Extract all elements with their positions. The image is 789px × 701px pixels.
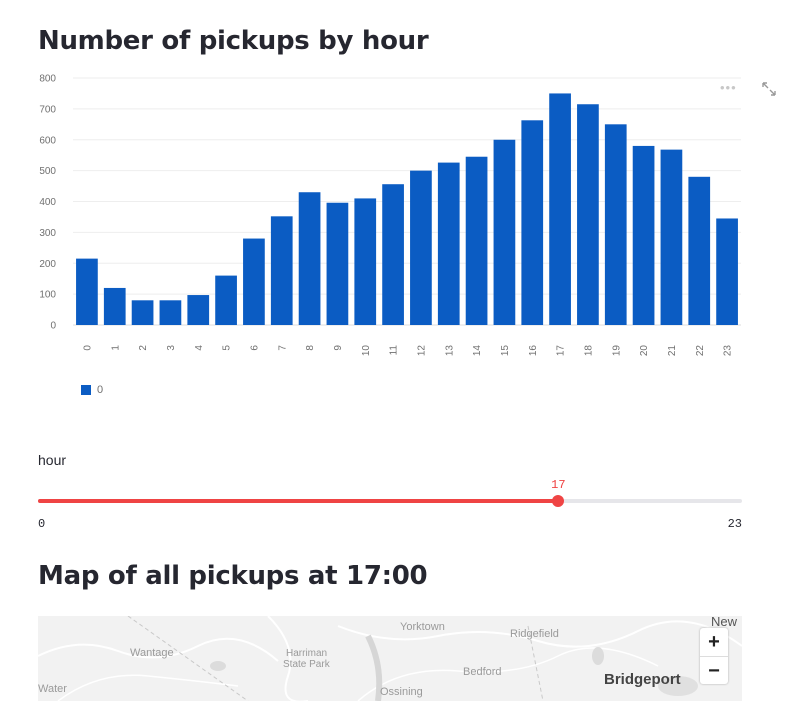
x-tick-label: 17 [556,345,567,357]
hour-slider[interactable]: 17 0 23 [38,474,742,534]
x-tick-label: 0 [82,345,93,351]
map-label-bedford: Bedford [463,666,502,678]
x-tick-label: 13 [444,345,455,357]
x-tick-label: 2 [138,345,149,351]
x-tick-label: 12 [416,345,427,357]
y-tick-label: 0 [50,321,56,332]
slider-thumb[interactable] [552,495,565,507]
map-label-wantage: Wantage [130,647,174,659]
y-tick-label: 600 [39,135,56,146]
x-tick-label: 6 [249,345,260,351]
x-tick-label: 8 [305,345,316,351]
x-tick-label: 19 [611,345,622,357]
x-tick-label: 18 [583,345,594,357]
x-tick-label: 14 [472,345,483,357]
bar [270,216,293,325]
bar [103,287,126,325]
map-label-yorktown: Yorktown [400,621,445,633]
map-title: Map of all pickups at 17:00 [38,561,428,591]
zoom-out-button[interactable]: − [700,656,728,685]
y-tick-label: 100 [39,290,56,301]
x-tick-label: 22 [695,345,706,357]
map-zoom-control: + − [700,628,728,684]
bar [326,202,349,325]
slider-max: 23 [727,517,742,531]
x-tick-label: 20 [639,345,650,357]
legend-label: 0 [97,384,104,396]
bar [187,295,210,325]
bar-chart: 0 100 200 300 400 500 600 700 800 0 1 2 3 4 5 6 7 8 9 10 11 1… [0,60,789,420]
bar [131,300,154,325]
bar-chart-svg: 01002003004005006007008000 1 2 3 4 5 6 7 8 9 10 11 1… [39,74,741,357]
x-tick-label: 23 [723,345,734,357]
chart-legend: 0 [81,384,103,396]
zoom-in-button[interactable]: + [700,628,728,656]
x-tick-label: 10 [361,345,372,357]
bar [159,300,182,325]
x-tick-label: 3 [166,345,177,351]
y-tick-label: 700 [39,104,56,115]
bar [410,170,432,325]
bar [298,192,321,325]
x-tick-label: 1 [110,345,121,351]
x-tick-label: 4 [194,345,205,351]
x-tick-label: 9 [333,345,344,351]
legend-swatch [81,385,91,395]
x-tick-label: 11 [389,345,400,356]
x-tick-label: 21 [667,345,678,357]
bar [716,218,738,325]
x-tick-label: 7 [277,345,288,351]
y-tick-label: 400 [39,197,56,208]
map[interactable]: New Yorktown Ridgefield Wantage Harriman… [38,616,742,701]
bar [465,156,488,325]
bar [688,176,711,325]
bar [243,238,265,325]
bar [660,149,683,325]
map-label-harriman: Harriman [286,648,328,659]
map-label-state-park: State Park [283,659,330,670]
x-tick-label: 15 [500,345,511,357]
y-tick-label: 800 [39,74,56,85]
map-label-ridgefield: Ridgefield [510,628,559,640]
x-tick-label: 16 [528,345,539,357]
map-label-ossining: Ossining [380,686,423,698]
bar [493,139,516,325]
bar [604,124,627,325]
bar [577,104,599,326]
bar [521,120,544,325]
y-tick-label: 200 [39,259,56,270]
chart-title: Number of pickups by hour [38,26,429,56]
y-tick-label: 500 [39,166,56,177]
bar [215,275,237,325]
expand-icon[interactable] [762,82,776,96]
slider-fill [38,499,559,503]
bar [632,145,655,325]
more-options-icon[interactable]: ••• [720,80,737,95]
bar [549,93,571,325]
y-tick-label: 300 [39,228,56,239]
map-label-water: Water [38,683,67,695]
slider-value: 17 [551,478,566,492]
bar [354,198,377,325]
map-label-bridgeport: Bridgeport [604,671,681,688]
slider-label: hour [38,452,67,468]
bar [437,162,460,325]
bar [382,184,404,325]
slider-min: 0 [38,517,46,531]
bar [76,258,98,325]
x-tick-label: 5 [222,345,233,351]
